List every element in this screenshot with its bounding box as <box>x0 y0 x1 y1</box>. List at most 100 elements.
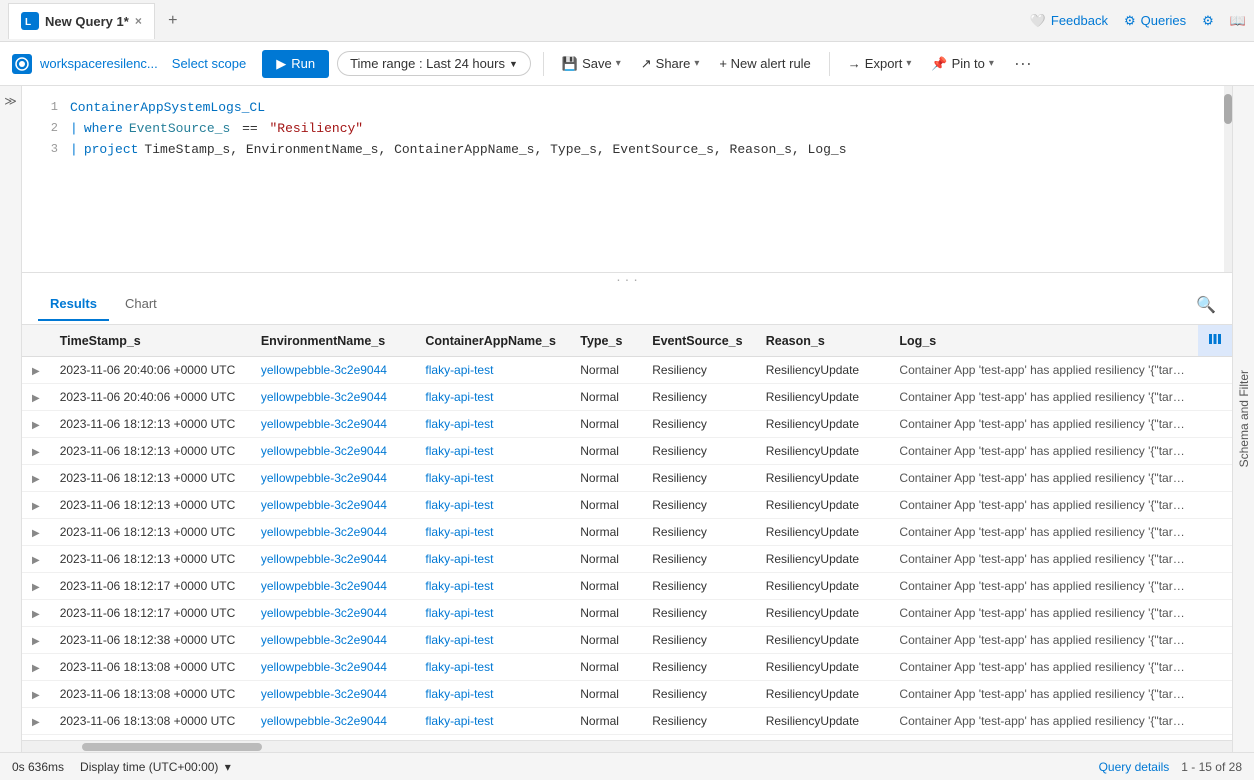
query-details-link[interactable]: Query details <box>1099 760 1170 774</box>
cell-type: Normal <box>570 519 642 546</box>
row-expand-button[interactable]: ▶ <box>32 690 40 701</box>
left-sidebar: ≫ <box>0 86 22 752</box>
cell-eventsource: Resiliency <box>642 681 755 708</box>
pin-to-button[interactable]: 📌 Pin to ▾ <box>925 52 999 76</box>
table-row[interactable]: ▶2023-11-06 18:13:08 +0000 UTCyellowpebb… <box>22 654 1232 681</box>
cell-eventsource: Resiliency <box>642 384 755 411</box>
workspace-name[interactable]: workspaceresilenc... <box>40 56 158 71</box>
row-expand-button[interactable]: ▶ <box>32 393 40 404</box>
display-time-chevron-icon[interactable]: ▾ <box>225 760 231 774</box>
cell-env: yellowpebble-3c2e9044 <box>251 519 416 546</box>
table-row[interactable]: ▶2023-11-06 18:13:08 +0000 UTCyellowpebb… <box>22 708 1232 735</box>
table-row[interactable]: ▶2023-11-06 18:12:38 +0000 UTCyellowpebb… <box>22 627 1232 654</box>
row-expand-button[interactable]: ▶ <box>32 501 40 512</box>
row-expand-button[interactable]: ▶ <box>32 474 40 485</box>
editor-scrollbar[interactable] <box>1224 86 1232 272</box>
table-row[interactable]: ▶ 2023-11-06 20:40:06 +0000 UTCyellowpebb… <box>22 384 1232 411</box>
cell-env: yellowpebble-3c2e9044 <box>251 384 416 411</box>
collapse-left-button[interactable]: ≫ <box>4 94 17 108</box>
results-table: TimeStamp_s EnvironmentName_s ContainerA… <box>22 325 1232 735</box>
col-header-timestamp[interactable]: TimeStamp_s <box>50 325 251 357</box>
col-header-evtsrc[interactable]: EventSource_s <box>642 325 755 357</box>
cell-type: Normal <box>570 465 642 492</box>
row-expand-button[interactable]: ▶ <box>32 636 40 647</box>
cell-env: yellowpebble-3c2e9044 <box>251 492 416 519</box>
table-row[interactable]: ▶2023-11-06 20:40:06 +0000 UTCyellowpebb… <box>22 357 1232 384</box>
cell-reason: ResiliencyUpdate <box>756 384 890 411</box>
row-expand-button[interactable]: ▶ <box>32 366 40 377</box>
cell-reason: ResiliencyUpdate <box>756 438 890 465</box>
cell-timestamp: 2023-11-06 20:40:06 +0000 UTC <box>50 384 251 411</box>
select-scope-button[interactable]: Select scope <box>172 56 246 71</box>
cell-timestamp: 2023-11-06 18:13:08 +0000 UTC <box>50 708 251 735</box>
run-button[interactable]: ▶ Run <box>262 50 329 78</box>
save-chevron-icon: ▾ <box>616 58 621 69</box>
cell-app: flaky-api-test <box>415 384 570 411</box>
title-bar-actions: 🤍 Feedback ⚙ Queries ⚙ 📖 <box>1030 13 1246 29</box>
columns-panel-button[interactable] <box>1198 325 1232 357</box>
more-options-button[interactable]: ··· <box>1008 53 1038 74</box>
table-row[interactable]: ▶2023-11-06 18:12:17 +0000 UTCyellowpebb… <box>22 600 1232 627</box>
row-expand-button[interactable]: ▶ <box>32 582 40 593</box>
cell-eventsource: Resiliency <box>642 492 755 519</box>
save-button[interactable]: 💾 Save ▾ <box>556 52 627 76</box>
toolbar-separator-2 <box>829 52 830 76</box>
cell-app: flaky-api-test <box>415 465 570 492</box>
row-expand-button[interactable]: ▶ <box>32 447 40 458</box>
horizontal-scrollbar[interactable] <box>22 740 1232 752</box>
table-row[interactable]: ▶2023-11-06 18:13:08 +0000 UTCyellowpebb… <box>22 681 1232 708</box>
row-expand-button[interactable]: ▶ <box>32 717 40 728</box>
active-tab[interactable]: L New Query 1* × <box>8 3 155 39</box>
book-button[interactable]: 📖 <box>1230 13 1246 29</box>
cell-type: Normal <box>570 411 642 438</box>
col-header-env[interactable]: EnvironmentName_s <box>251 325 416 357</box>
cell-env: yellowpebble-3c2e9044 <box>251 654 416 681</box>
settings-button[interactable]: ⚙ <box>1202 13 1214 29</box>
code-editor[interactable]: 1 ContainerAppSystemLogs_CL 2 | where Ev… <box>22 86 1232 273</box>
cell-env: yellowpebble-3c2e9044 <box>251 627 416 654</box>
row-expand-button[interactable]: ▶ <box>32 663 40 674</box>
export-button[interactable]: → Export ▾ <box>842 52 918 75</box>
feedback-button[interactable]: 🤍 Feedback <box>1030 13 1108 29</box>
results-table-wrap[interactable]: TimeStamp_s EnvironmentName_s ContainerA… <box>22 325 1232 740</box>
table-row[interactable]: ▶2023-11-06 18:12:13 +0000 UTCyellowpebb… <box>22 546 1232 573</box>
row-expand-button[interactable]: ▶ <box>32 528 40 539</box>
close-tab-button[interactable]: × <box>135 14 142 28</box>
table-row[interactable]: ▶2023-11-06 18:12:17 +0000 UTCyellowpebb… <box>22 573 1232 600</box>
row-expand-button[interactable]: ▶ <box>32 420 40 431</box>
svg-text:L: L <box>25 17 31 28</box>
tab-chart[interactable]: Chart <box>113 288 169 321</box>
table-row[interactable]: ▶2023-11-06 18:12:13 +0000 UTCyellowpebb… <box>22 411 1232 438</box>
tab-results[interactable]: Results <box>38 288 109 321</box>
cell-app: flaky-api-test <box>415 519 570 546</box>
new-alert-button[interactable]: + New alert rule <box>713 52 816 75</box>
col-header-app[interactable]: ContainerAppName_s <box>415 325 570 357</box>
new-tab-button[interactable]: + <box>159 7 187 35</box>
col-header-log[interactable]: Log_s <box>889 325 1198 357</box>
table-row[interactable]: ▶2023-11-06 18:12:13 +0000 UTCyellowpebb… <box>22 519 1232 546</box>
table-row[interactable]: ▶2023-11-06 18:12:13 +0000 UTCyellowpebb… <box>22 492 1232 519</box>
queries-button[interactable]: ⚙ Queries <box>1124 13 1186 29</box>
elapsed-time: 0s 636ms <box>12 760 64 774</box>
cell-timestamp: 2023-11-06 18:12:13 +0000 UTC <box>50 438 251 465</box>
cell-log: Container App 'test-app' has applied res… <box>889 384 1198 411</box>
cell-log: Container App 'test-app' has applied res… <box>889 438 1198 465</box>
resize-handle[interactable]: · · · <box>22 273 1232 285</box>
row-expand-button[interactable]: ▶ <box>32 555 40 566</box>
app-logo-icon: L <box>21 12 39 30</box>
status-right: Query details 1 - 15 of 28 <box>1099 760 1242 774</box>
cell-log: Container App 'test-app' has applied res… <box>889 708 1198 735</box>
schema-filter-label[interactable]: Schema and Filter <box>1237 370 1251 467</box>
row-expand-button[interactable]: ▶ <box>32 609 40 620</box>
cell-reason: ResiliencyUpdate <box>756 411 890 438</box>
col-header-reason[interactable]: Reason_s <box>756 325 890 357</box>
chevron-down-icon: ▼ <box>509 59 518 69</box>
table-row[interactable]: ▶2023-11-06 18:12:13 +0000 UTCyellowpebb… <box>22 465 1232 492</box>
cell-timestamp: 2023-11-06 18:12:13 +0000 UTC <box>50 411 251 438</box>
table-row[interactable]: ▶2023-11-06 18:12:13 +0000 UTCyellowpebb… <box>22 438 1232 465</box>
time-range-button[interactable]: Time range : Last 24 hours ▼ <box>337 51 531 76</box>
search-results-button[interactable]: 🔍 <box>1196 295 1216 315</box>
share-button[interactable]: ↗ Share ▾ <box>635 52 706 76</box>
scrollbar-thumb[interactable] <box>82 743 262 751</box>
col-header-type[interactable]: Type_s <box>570 325 642 357</box>
